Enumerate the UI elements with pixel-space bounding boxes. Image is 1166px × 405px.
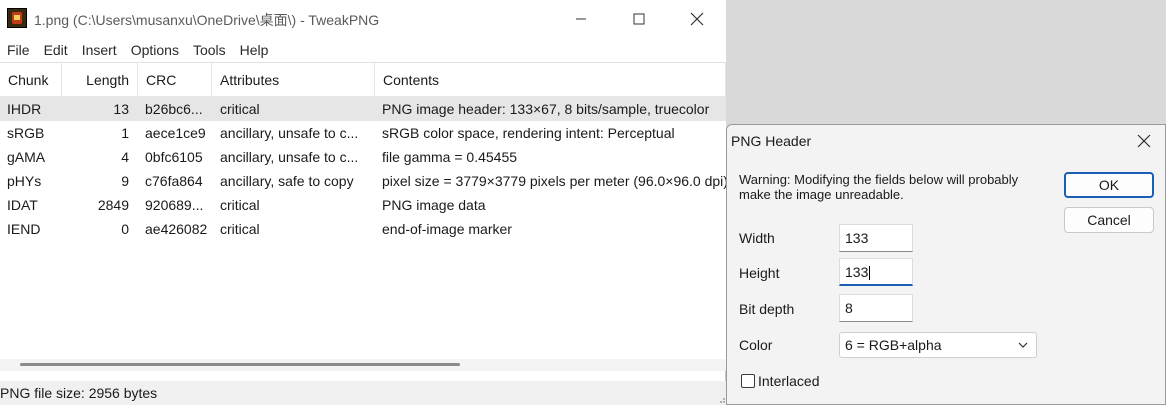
- resize-grip-icon[interactable]: [716, 394, 726, 404]
- cell-contents: PNG image header: 133×67, 8 bits/sample,…: [382, 101, 710, 117]
- column-header-attributes[interactable]: Attributes: [212, 63, 375, 96]
- cell-length: 1: [121, 125, 129, 141]
- text-caret: [869, 266, 871, 281]
- cell-contents: file gamma = 0.45455: [382, 149, 518, 165]
- table-header: Chunk Length CRC Attributes Contents: [0, 63, 726, 97]
- status-bar: PNG file size: 2956 bytes: [0, 381, 726, 405]
- column-header-contents[interactable]: Contents: [375, 63, 726, 96]
- menu-edit[interactable]: Edit: [37, 42, 75, 58]
- menu-file[interactable]: File: [0, 42, 37, 58]
- ok-button[interactable]: OK: [1064, 172, 1154, 198]
- close-button[interactable]: [668, 0, 726, 38]
- bit-depth-field[interactable]: 8: [839, 294, 913, 322]
- cell-crc: 920689...: [145, 197, 204, 213]
- cell-chunk: gAMA: [7, 149, 46, 165]
- window-title: 1.png (C:\Users\musanxu\OneDrive\桌面\) - …: [34, 12, 380, 28]
- tweakpng-app-icon[interactable]: [7, 8, 27, 28]
- table-row[interactable]: gAMA 4 0bfc6105 ancillary, unsafe to c..…: [0, 145, 726, 169]
- cell-contents: pixel size = 3779×3779 pixels per meter …: [382, 173, 726, 189]
- table-row[interactable]: sRGB 1 aece1ce9 ancillary, unsafe to c..…: [0, 121, 726, 145]
- height-value: 133: [845, 264, 869, 280]
- close-icon: [1137, 134, 1151, 148]
- cell-length: 2849: [97, 197, 129, 213]
- table-row[interactable]: IHDR 13 b26bc6... critical PNG image hea…: [0, 97, 726, 121]
- column-header-chunk[interactable]: Chunk: [0, 63, 62, 96]
- color-select-value: 6 = RGB+alpha: [845, 337, 942, 353]
- dialog-title: PNG Header: [731, 133, 812, 149]
- table-row[interactable]: pHYs 9 c76fa864 ancillary, safe to copy …: [0, 169, 726, 193]
- color-label: Color: [739, 337, 773, 353]
- chevron-down-icon: [1018, 342, 1028, 348]
- status-file-size: PNG file size: 2956 bytes: [0, 385, 158, 401]
- cell-contents: sRGB color space, rendering intent: Perc…: [382, 125, 675, 141]
- title-bar[interactable]: 1.png (C:\Users\musanxu\OneDrive\桌面\) - …: [0, 0, 726, 38]
- height-field[interactable]: 133: [839, 258, 913, 286]
- cell-contents: end-of-image marker: [382, 221, 512, 237]
- menu-help[interactable]: Help: [233, 42, 276, 58]
- dialog-close-button[interactable]: [1129, 129, 1159, 153]
- cell-crc: c76fa864: [145, 173, 203, 189]
- cell-attributes: ancillary, safe to copy: [220, 173, 354, 189]
- cell-attributes: critical: [220, 101, 260, 117]
- cell-crc: 0bfc6105: [145, 149, 203, 165]
- menu-insert[interactable]: Insert: [75, 42, 124, 58]
- minimize-button[interactable]: [552, 0, 610, 38]
- interlaced-checkbox[interactable]: [741, 374, 755, 388]
- cell-attributes: critical: [220, 197, 260, 213]
- width-field[interactable]: 133: [839, 224, 913, 252]
- cell-chunk: sRGB: [7, 125, 45, 141]
- color-select[interactable]: 6 = RGB+alpha: [839, 332, 1037, 358]
- table-row[interactable]: IDAT 2849 920689... critical PNG image d…: [0, 193, 726, 217]
- menu-bar: File Edit Insert Options Tools Help: [0, 38, 726, 62]
- column-header-length[interactable]: Length: [62, 63, 138, 96]
- cancel-button[interactable]: Cancel: [1064, 207, 1154, 233]
- cell-attributes: ancillary, unsafe to c...: [220, 149, 359, 165]
- warning-text: Warning: Modifying the fields below will…: [739, 172, 1019, 202]
- minimize-icon: [576, 18, 586, 20]
- cell-crc: aece1ce9: [145, 125, 206, 141]
- cell-crc: b26bc6...: [145, 101, 203, 117]
- cell-length: 0: [121, 221, 129, 237]
- cell-attributes: ancillary, unsafe to c...: [220, 125, 359, 141]
- cell-chunk: IHDR: [7, 101, 42, 117]
- menu-tools[interactable]: Tools: [186, 42, 233, 58]
- menu-options[interactable]: Options: [124, 42, 186, 58]
- column-header-crc[interactable]: CRC: [138, 63, 212, 96]
- cell-chunk: IEND: [7, 221, 41, 237]
- maximize-button[interactable]: [610, 0, 668, 38]
- close-icon: [690, 12, 704, 26]
- cell-chunk: IDAT: [7, 197, 38, 213]
- chunk-list[interactable]: Chunk Length CRC Attributes Contents IHD…: [0, 62, 726, 371]
- bit-depth-label: Bit depth: [739, 301, 795, 317]
- png-header-dialog: PNG Header Warning: Modifying the fields…: [726, 124, 1166, 405]
- cell-crc: ae426082: [145, 221, 208, 237]
- maximize-icon: [633, 13, 645, 25]
- cell-length: 9: [121, 173, 129, 189]
- cell-length: 4: [121, 149, 129, 165]
- table-body: IHDR 13 b26bc6... critical PNG image hea…: [0, 97, 726, 241]
- main-window: 1.png (C:\Users\musanxu\OneDrive\桌面\) - …: [0, 0, 726, 405]
- width-label: Width: [739, 230, 775, 246]
- table-row[interactable]: IEND 0 ae426082 critical end-of-image ma…: [0, 217, 726, 241]
- scrollbar-thumb[interactable]: [20, 363, 460, 366]
- height-label: Height: [739, 265, 780, 281]
- horizontal-scrollbar[interactable]: [0, 359, 726, 371]
- cell-contents: PNG image data: [382, 197, 486, 213]
- cell-attributes: critical: [220, 221, 260, 237]
- cell-length: 13: [113, 101, 129, 117]
- cell-chunk: pHYs: [7, 173, 42, 189]
- interlaced-label[interactable]: Interlaced: [758, 373, 819, 389]
